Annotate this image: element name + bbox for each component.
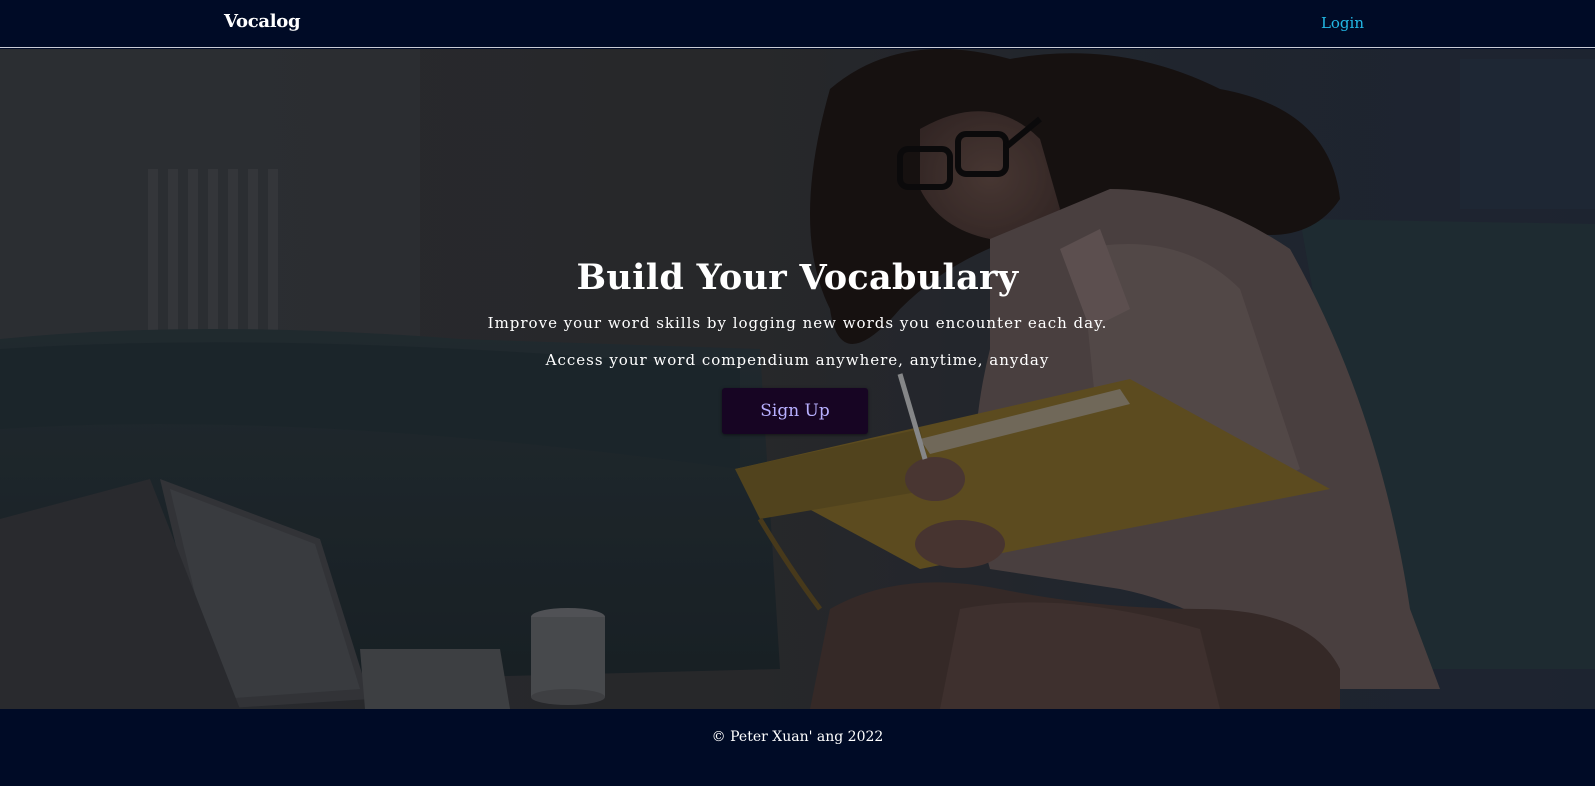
login-link[interactable]: Login	[1321, 14, 1364, 32]
signup-button[interactable]: Sign Up	[722, 388, 868, 434]
hero-tagline: Access your word compendium anywhere, an…	[545, 351, 1050, 369]
hero-title: Build Your Vocabulary	[576, 257, 1019, 298]
brand-logo-link[interactable]: Vocalog	[224, 11, 301, 32]
hero-description: Improve your word skills by logging new …	[487, 314, 1108, 332]
hero-section: Build Your Vocabulary Improve your word …	[0, 49, 1595, 709]
hero-content: Build Your Vocabulary Improve your word …	[0, 49, 1595, 709]
top-navbar: Vocalog Login	[0, 0, 1595, 48]
page-footer: © Peter Xuan' ang 2022	[0, 709, 1595, 786]
footer-copyright: © Peter Xuan' ang 2022	[711, 729, 884, 745]
